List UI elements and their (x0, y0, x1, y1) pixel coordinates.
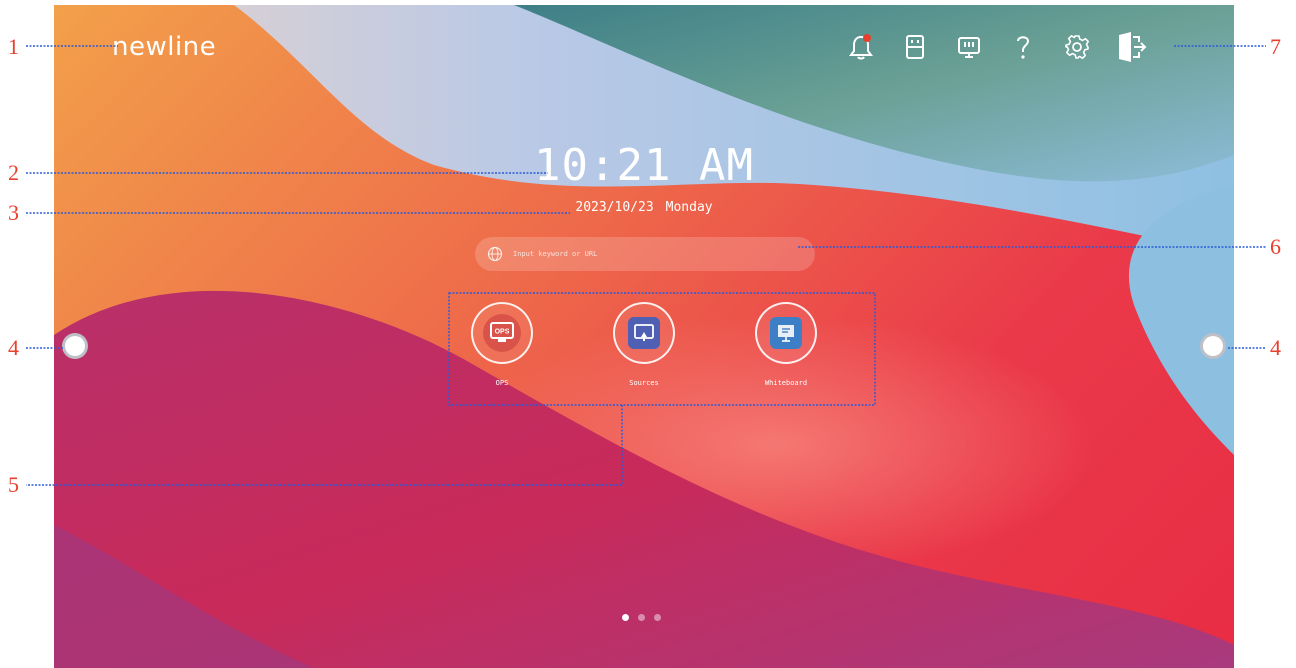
weekday-text: Monday (665, 200, 713, 215)
app-ops[interactable]: OPS OPS (452, 302, 552, 387)
app-icon-ring: OPS (471, 302, 533, 364)
page-indicator (622, 614, 661, 621)
help-icon[interactable] (996, 27, 1050, 67)
callout-2: 2 (8, 160, 19, 185)
app-icon-ring (613, 302, 675, 364)
ops-badge-text: OPS (495, 329, 510, 336)
screen-cast-icon[interactable] (942, 27, 996, 67)
notification-bell-icon[interactable] (834, 27, 888, 67)
callout-7: 7 (1270, 34, 1281, 59)
right-side-menu-button[interactable] (1200, 333, 1226, 359)
page-dot-2[interactable] (638, 614, 645, 621)
sources-icon (628, 317, 660, 349)
top-toolbar (834, 27, 1158, 67)
callout-6: 6 (1270, 234, 1281, 259)
callout-3: 3 (8, 200, 19, 225)
app-label: Sources (629, 379, 659, 387)
app-icon-ring (755, 302, 817, 364)
clock-time: 10:21 AM (534, 140, 754, 191)
left-side-menu-button[interactable] (62, 333, 88, 359)
newline-logo: newline (112, 32, 217, 62)
app-whiteboard[interactable]: Whiteboard (736, 302, 836, 387)
ops-icon: OPS (483, 314, 521, 352)
settings-gear-icon[interactable] (1050, 27, 1104, 67)
app-sources[interactable]: Sources (594, 302, 694, 387)
callout-5: 5 (8, 472, 19, 497)
callout-1: 1 (8, 34, 19, 59)
whiteboard-icon (770, 317, 802, 349)
search-input[interactable] (511, 249, 805, 259)
page-dot-1[interactable] (622, 614, 629, 621)
exit-icon[interactable] (1104, 27, 1158, 67)
app-label: OPS (495, 379, 509, 387)
search-bar[interactable] (475, 237, 815, 271)
date-text: 2023/10/23 (575, 200, 654, 215)
app-label: Whiteboard (764, 379, 808, 387)
callout-4-left: 4 (8, 335, 19, 360)
globe-icon (487, 246, 503, 262)
page-dot-3[interactable] (654, 614, 661, 621)
usb-drive-icon[interactable] (888, 27, 942, 67)
home-screen: newline 10:21 AM 2023/10/23 Monday Input… (54, 5, 1234, 668)
callout-4-right: 4 (1270, 335, 1281, 360)
date-row: 2023/10/23 Monday (54, 200, 1234, 215)
